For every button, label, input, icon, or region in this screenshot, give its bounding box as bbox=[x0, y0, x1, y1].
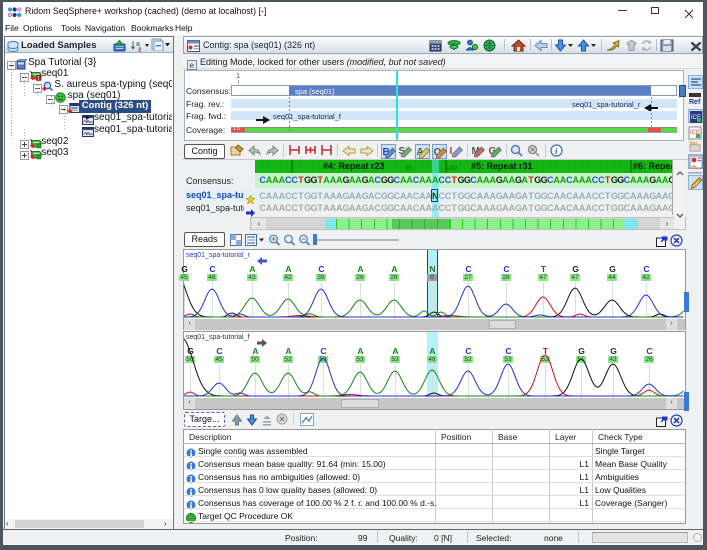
svg-text:Ref: Ref bbox=[689, 99, 701, 105]
svg-text:e: e bbox=[190, 61, 195, 70]
svg-text:Var,: Var, bbox=[689, 141, 699, 147]
svg-text:z: z bbox=[138, 47, 142, 53]
svg-text:I: I bbox=[450, 146, 453, 157]
